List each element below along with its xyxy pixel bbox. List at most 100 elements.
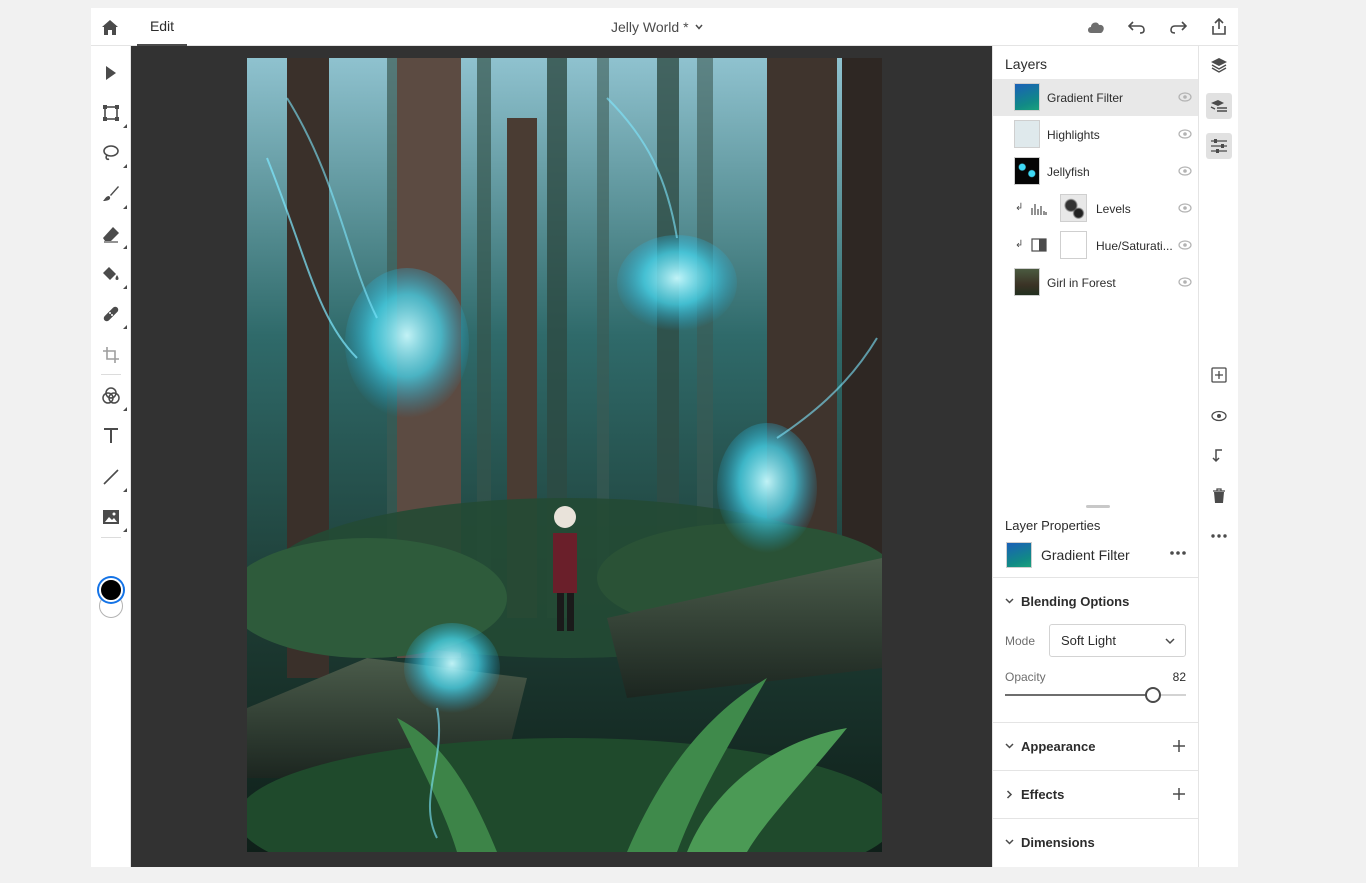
- layer-row-girl-in-forest[interactable]: Girl in Forest: [993, 264, 1198, 301]
- layers-stack-icon[interactable]: [1206, 52, 1232, 78]
- visibility-eye-icon[interactable]: [1206, 403, 1232, 429]
- layer-name: Jellyfish: [1047, 164, 1090, 179]
- properties-sliders-icon[interactable]: [1206, 133, 1232, 159]
- foreground-color-swatch[interactable]: [99, 578, 123, 602]
- section-label: Dimensions: [1021, 834, 1095, 850]
- canvas-area[interactable]: [131, 46, 992, 867]
- add-effect-icon[interactable]: [1172, 787, 1186, 801]
- crop-tool-icon[interactable]: [99, 343, 123, 367]
- delete-layer-icon[interactable]: [1206, 483, 1232, 509]
- brush-tool-icon[interactable]: [99, 182, 127, 209]
- image-tool-icon[interactable]: [99, 505, 127, 532]
- chevron-down-icon: [1005, 598, 1014, 604]
- toolbar-divider: [101, 374, 121, 375]
- layer-row-gradient-filter[interactable]: Gradient Filter: [993, 79, 1198, 116]
- hue-saturation-icon: [1031, 238, 1047, 252]
- layer-row-jellyfish[interactable]: Jellyfish: [993, 153, 1198, 190]
- chevron-right-icon: [1006, 789, 1013, 799]
- document-canvas[interactable]: [247, 58, 882, 852]
- clipping-mask-icon[interactable]: [1206, 443, 1232, 469]
- eye-icon[interactable]: [1178, 128, 1192, 140]
- lasso-tool-icon[interactable]: [99, 141, 127, 168]
- layer-properties-title: Layer Properties: [1005, 518, 1101, 533]
- opacity-slider-fill: [1005, 694, 1154, 696]
- transform-tool-icon[interactable]: [99, 101, 127, 128]
- redo-icon[interactable]: [1167, 16, 1189, 38]
- panel-resize-handle[interactable]: [1086, 505, 1110, 508]
- add-appearance-icon[interactable]: [1172, 739, 1186, 753]
- clipping-mask-icon: ↲: [1015, 202, 1024, 213]
- blending-options-header[interactable]: Blending Options: [1005, 591, 1129, 611]
- selected-layer-name: Gradient Filter: [1041, 547, 1130, 563]
- home-icon[interactable]: [99, 16, 121, 38]
- eye-icon[interactable]: [1178, 91, 1192, 103]
- toolbar-divider: [101, 537, 121, 538]
- chevron-down-icon: [1005, 839, 1014, 845]
- undo-icon[interactable]: [1126, 16, 1148, 38]
- eye-icon[interactable]: [1178, 239, 1192, 251]
- opacity-label: Opacity: [1005, 670, 1046, 684]
- opacity-slider-handle[interactable]: [1145, 687, 1162, 703]
- section-label: Blending Options: [1021, 593, 1130, 609]
- top-bar: Edit Jelly World *: [91, 8, 1238, 46]
- opacity-value[interactable]: 82: [1173, 670, 1186, 684]
- effects-header[interactable]: Effects: [1005, 784, 1064, 804]
- layer-row-hue-saturation[interactable]: ↲ Hue/Saturati...: [993, 227, 1198, 264]
- tab-edit[interactable]: Edit: [137, 8, 187, 46]
- forest-jellyfish-artwork: [247, 58, 882, 852]
- layer-row-levels[interactable]: ↲ Levels: [993, 190, 1198, 227]
- clipping-mask-icon: ↲: [1015, 239, 1024, 250]
- eye-icon[interactable]: [1178, 165, 1192, 177]
- selected-layer-thumbnail: [1006, 542, 1032, 568]
- layers-panel: Layers Gradient Filter Highlights Jellyf…: [992, 46, 1198, 867]
- dimensions-header[interactable]: Dimensions: [1005, 832, 1095, 852]
- section-divider: [993, 770, 1198, 771]
- layers-panel-title: Layers: [1005, 56, 1048, 72]
- layer-name: Highlights: [1047, 127, 1100, 142]
- more-options-icon[interactable]: [1206, 523, 1232, 549]
- eraser-tool-icon[interactable]: [99, 222, 127, 249]
- blend-mode-label: Mode: [1005, 634, 1036, 648]
- blend-mode-value: Soft Light: [1061, 633, 1116, 648]
- layer-name: Levels: [1096, 201, 1131, 216]
- more-options-icon[interactable]: [1169, 546, 1187, 560]
- share-icon[interactable]: [1208, 16, 1230, 38]
- section-divider: [993, 818, 1198, 819]
- select-tool-icon[interactable]: [99, 61, 123, 85]
- layer-thumbnail: [1014, 83, 1040, 111]
- app-window: Edit Jelly World * Layers Gradient Filte…: [91, 8, 1238, 867]
- section-label: Effects: [1021, 786, 1065, 802]
- section-divider: [993, 722, 1198, 723]
- chevron-down-icon: [1005, 743, 1014, 749]
- section-label: Appearance: [1021, 738, 1096, 754]
- layer-thumbnail: [1014, 120, 1040, 148]
- tools-toolbar: [91, 46, 131, 867]
- healing-tool-icon[interactable]: [99, 302, 127, 329]
- opacity-slider[interactable]: [1005, 687, 1186, 703]
- layer-thumbnail: [1014, 157, 1040, 185]
- appearance-header[interactable]: Appearance: [1005, 736, 1095, 756]
- adjustments-tool-icon[interactable]: [99, 384, 127, 411]
- section-divider: [993, 577, 1198, 578]
- layer-thumbnail: [1014, 268, 1040, 296]
- layer-mask-thumbnail: [1060, 194, 1087, 222]
- layer-list-icon[interactable]: [1206, 93, 1232, 119]
- fill-tool-icon[interactable]: [99, 262, 127, 289]
- levels-histogram-icon: [1031, 204, 1047, 215]
- add-layer-icon[interactable]: [1206, 362, 1232, 388]
- layer-name: Girl in Forest: [1047, 275, 1116, 290]
- document-title: Jelly World *: [611, 19, 689, 35]
- eye-icon[interactable]: [1178, 202, 1192, 214]
- chevron-down-icon: [694, 24, 703, 30]
- eye-icon[interactable]: [1178, 276, 1192, 288]
- layer-name: Hue/Saturati...: [1096, 238, 1173, 253]
- chevron-down-icon: [1165, 638, 1175, 645]
- document-title-menu[interactable]: Jelly World *: [611, 8, 703, 46]
- blend-mode-dropdown[interactable]: Soft Light: [1049, 624, 1186, 657]
- line-tool-icon[interactable]: [99, 465, 127, 492]
- right-rail: [1198, 46, 1238, 867]
- cloud-icon[interactable]: [1085, 16, 1107, 38]
- layer-row-highlights[interactable]: Highlights: [993, 116, 1198, 153]
- layer-mask-thumbnail: [1060, 231, 1087, 259]
- type-tool-icon[interactable]: [99, 424, 123, 448]
